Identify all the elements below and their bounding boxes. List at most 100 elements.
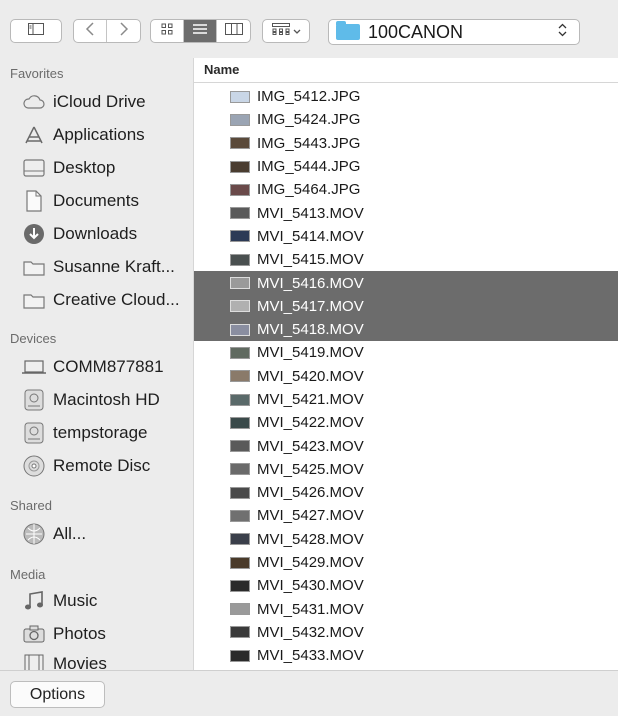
file-row[interactable]: MVI_5425.MOV xyxy=(194,458,618,481)
sidebar-item-applications[interactable]: Applications xyxy=(22,121,145,149)
camera-icon xyxy=(22,623,46,645)
sidebar-item-label: Documents xyxy=(53,191,139,210)
file-name: IMG_5444.JPG xyxy=(257,158,361,176)
column-view-icon xyxy=(224,22,243,40)
file-name: MVI_5429.MOV xyxy=(257,554,364,572)
sidebar-item-label: Downloads xyxy=(53,224,138,243)
sidebar-item-photos[interactable]: Photos xyxy=(22,620,106,648)
sidebar-item-remote-disc[interactable]: Remote Disc xyxy=(22,452,150,480)
sidebar-toggle-icon xyxy=(28,22,44,40)
file-row[interactable]: MVI_5416.MOV xyxy=(194,271,618,295)
file-list: Name IMG_5412.JPG IMG_5424.JPG IMG_5443.JP… xyxy=(193,58,618,670)
file-name: MVI_5425.MOV xyxy=(257,460,364,478)
harddisk-icon xyxy=(22,389,46,411)
sidebar-item-label: Desktop xyxy=(53,158,116,177)
chevron-down-icon xyxy=(293,22,301,40)
sidebar-item-macintosh-hd[interactable]: Macintosh HD xyxy=(22,386,160,414)
sidebar-item-label: Photos xyxy=(53,624,106,643)
name-column-header[interactable]: Name xyxy=(194,58,618,83)
file-rows: IMG_5412.JPG IMG_5424.JPG IMG_5443.JPG IMG_… xyxy=(194,85,618,667)
file-row[interactable]: MVI_5419.MOV xyxy=(194,341,618,364)
file-name: IMG_5424.JPG xyxy=(257,111,361,129)
sidebar-item-susanne-kraft[interactable]: Susanne Kraft... xyxy=(22,253,175,281)
back-forward-control xyxy=(73,19,141,43)
sidebar: Favorites iCloud Drive Applications Desk… xyxy=(0,58,193,670)
file-row[interactable]: MVI_5430.MOV xyxy=(194,574,618,597)
file-row[interactable]: MVI_5414.MOV xyxy=(194,225,618,248)
sidebar-item-documents[interactable]: Documents xyxy=(22,187,139,215)
file-row[interactable]: IMG_5464.JPG xyxy=(194,178,618,201)
file-row[interactable]: IMG_5412.JPG xyxy=(194,85,618,108)
sidebar-item-label: Remote Disc xyxy=(53,456,151,475)
file-name: IMG_5412.JPG xyxy=(257,88,361,106)
forward-button[interactable] xyxy=(107,20,140,42)
file-name: MVI_5430.MOV xyxy=(257,577,364,595)
sidebar-item-creative-cloud[interactable]: Creative Cloud... xyxy=(22,286,180,314)
sidebar-item-desktop[interactable]: Desktop xyxy=(22,154,115,182)
column-view-button[interactable] xyxy=(217,20,250,42)
file-row[interactable]: IMG_5424.JPG xyxy=(194,108,618,131)
file-row[interactable]: MVI_5432.MOV xyxy=(194,621,618,644)
file-row[interactable]: MVI_5418.MOV xyxy=(194,317,618,342)
applications-icon xyxy=(22,124,46,146)
file-name: MVI_5413.MOV xyxy=(257,204,364,222)
file-row[interactable]: MVI_5420.MOV xyxy=(194,365,618,388)
back-button[interactable] xyxy=(74,20,107,42)
file-thumbnail-icon xyxy=(230,137,250,150)
file-row[interactable]: IMG_5443.JPG xyxy=(194,132,618,155)
network-icon xyxy=(22,523,46,545)
file-row[interactable]: MVI_5433.MOV xyxy=(194,644,618,667)
location-label: 100CANON xyxy=(368,21,464,42)
file-name: MVI_5421.MOV xyxy=(257,391,364,408)
options-button[interactable]: Options xyxy=(10,681,105,708)
file-row[interactable]: MVI_5428.MOV xyxy=(194,528,618,551)
file-thumbnail-icon xyxy=(230,113,250,126)
sidebar-item-music[interactable]: Music xyxy=(22,587,97,615)
up-down-arrows-icon xyxy=(558,23,567,38)
sidebar-item-shared-all[interactable]: All... xyxy=(22,520,86,548)
sidebar-item-label: Susanne Kraft... xyxy=(53,257,175,276)
file-row[interactable]: IMG_5444.JPG xyxy=(194,155,618,178)
favorites-heading: Favorites xyxy=(10,66,64,81)
file-thumbnail-icon xyxy=(230,649,250,662)
forward-icon xyxy=(119,21,129,41)
file-thumbnail-icon xyxy=(230,626,250,639)
view-mode-control xyxy=(150,19,251,43)
list-view-button[interactable] xyxy=(184,20,217,42)
file-row[interactable]: MVI_5429.MOV xyxy=(194,551,618,574)
file-row[interactable]: MVI_5415.MOV xyxy=(194,248,618,271)
file-thumbnail-icon xyxy=(230,556,250,569)
sidebar-item-label: All... xyxy=(53,524,87,543)
file-row[interactable]: MVI_5422.MOV xyxy=(194,411,618,434)
file-row[interactable]: MVI_5427.MOV xyxy=(194,504,618,527)
shared-heading: Shared xyxy=(10,498,52,513)
sidebar-item-label: Movies xyxy=(53,654,107,670)
sidebar-item-icloud-drive[interactable]: iCloud Drive xyxy=(22,88,146,116)
file-row[interactable]: MVI_5413.MOV xyxy=(194,201,618,224)
sidebar-item-label: tempstorage xyxy=(53,423,148,442)
file-name: MVI_5431.MOV xyxy=(257,600,364,618)
harddisk-icon xyxy=(22,422,46,444)
file-thumbnail-icon xyxy=(230,346,250,359)
media-heading: Media xyxy=(10,567,46,582)
sidebar-item-tempstorage[interactable]: tempstorage xyxy=(22,419,148,447)
file-thumbnail-icon xyxy=(230,416,250,429)
arrange-button[interactable] xyxy=(262,19,310,43)
desktop-icon xyxy=(22,157,46,179)
file-name: MVI_5416.MOV xyxy=(257,274,364,292)
file-row[interactable]: MVI_5431.MOV xyxy=(194,598,618,621)
file-row[interactable]: MVI_5423.MOV xyxy=(194,434,618,457)
file-row[interactable]: MVI_5417.MOV xyxy=(194,294,618,318)
folder-icon xyxy=(22,256,46,278)
icon-view-button[interactable] xyxy=(151,20,184,42)
sidebar-item-comm877881[interactable]: COMM877881 xyxy=(22,353,164,381)
sidebar-item-movies[interactable]: Movies xyxy=(22,650,107,670)
sidebar-item-label: Macintosh HD xyxy=(53,390,160,409)
sidebar-item-downloads[interactable]: Downloads xyxy=(22,220,137,248)
location-popup[interactable]: 100CANON xyxy=(328,19,580,45)
file-row[interactable]: MVI_5426.MOV xyxy=(194,481,618,504)
file-thumbnail-icon xyxy=(230,463,250,476)
file-row[interactable]: MVI_5421.MOV xyxy=(194,388,618,411)
sidebar-toggle-button[interactable] xyxy=(10,19,62,43)
list-view-icon xyxy=(192,22,208,40)
